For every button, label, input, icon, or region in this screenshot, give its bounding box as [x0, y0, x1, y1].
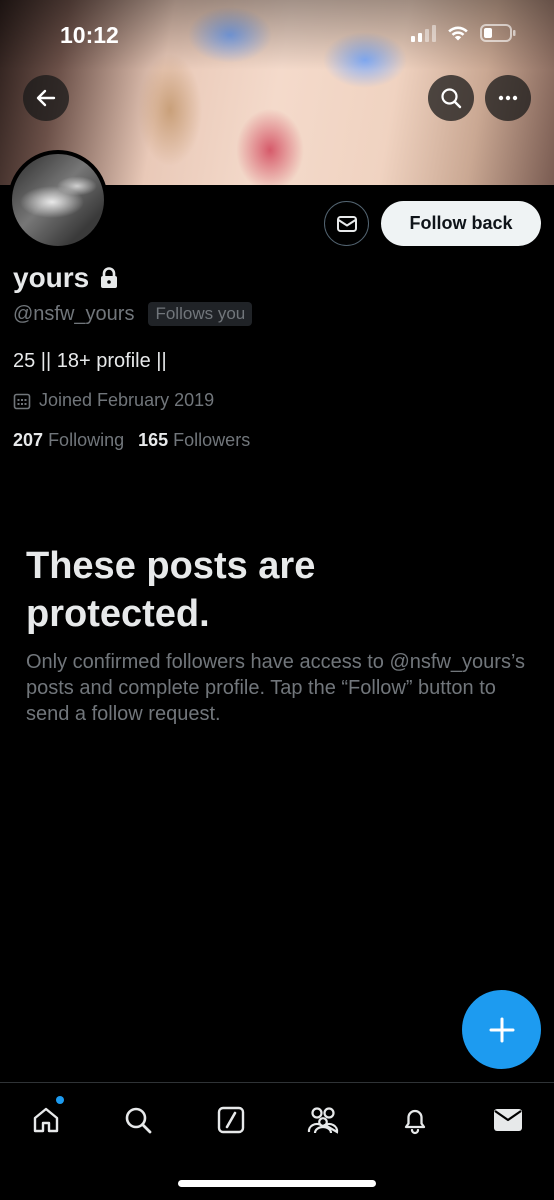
followers-label: Followers	[173, 430, 251, 450]
name-row: yours	[13, 262, 119, 294]
follow-back-button[interactable]: Follow back	[381, 201, 541, 246]
tab-messages[interactable]	[485, 1097, 531, 1143]
communities-icon	[307, 1107, 339, 1134]
handle-row: @nsfw_yours Follows you	[13, 302, 253, 326]
following-link[interactable]: 207 Following	[13, 430, 124, 451]
lock-icon	[101, 267, 118, 288]
user-handle: @nsfw_yours	[13, 302, 135, 325]
tab-notifications[interactable]	[392, 1097, 438, 1143]
battery-icon	[480, 24, 516, 42]
home-icon	[33, 1107, 59, 1133]
wifi-icon	[448, 26, 468, 41]
back-button[interactable]	[23, 75, 69, 121]
envelope-icon	[336, 215, 357, 232]
joined-date-row: Joined February 2019	[13, 390, 214, 411]
compose-post-button[interactable]	[462, 990, 541, 1069]
follow-stats: 207 Following 165 Followers	[13, 430, 250, 451]
following-count: 207	[13, 430, 44, 450]
more-options-button[interactable]	[485, 75, 531, 121]
tab-search[interactable]	[115, 1097, 161, 1143]
calendar-icon	[13, 393, 31, 409]
joined-date: Joined February 2019	[39, 390, 215, 410]
search-button[interactable]	[428, 75, 474, 121]
profile-avatar[interactable]	[8, 150, 108, 250]
message-button[interactable]	[324, 201, 369, 246]
status-icons	[411, 24, 516, 42]
tab-home[interactable]	[23, 1097, 69, 1143]
notifications-icon	[404, 1109, 426, 1135]
status-bar: 10:12	[0, 0, 554, 70]
followers-link[interactable]: 165 Followers	[138, 430, 250, 451]
tab-grok[interactable]	[208, 1097, 254, 1143]
cellular-signal-icon	[411, 24, 436, 42]
profile-bio: 25 || 18+ profile ||	[13, 350, 167, 372]
plus-icon	[489, 1017, 514, 1042]
followers-count: 165	[138, 430, 169, 450]
search-icon	[125, 1107, 152, 1134]
more-horizontal-icon	[498, 95, 518, 101]
messages-icon	[494, 1109, 522, 1131]
status-time: 10:12	[60, 22, 119, 48]
grok-icon	[217, 1106, 245, 1134]
following-label: Following	[48, 430, 125, 450]
search-icon	[441, 88, 462, 109]
arrow-left-icon	[36, 89, 56, 107]
display-name: yours	[13, 262, 90, 293]
protected-posts-message: Only confirmed followers have access to …	[26, 651, 526, 725]
follows-you-badge: Follows you	[148, 302, 253, 326]
protected-posts-title: These posts are protected.	[26, 545, 316, 635]
tab-communities[interactable]	[300, 1097, 346, 1143]
home-indicator	[178, 1180, 376, 1187]
home-notification-dot	[56, 1096, 64, 1104]
